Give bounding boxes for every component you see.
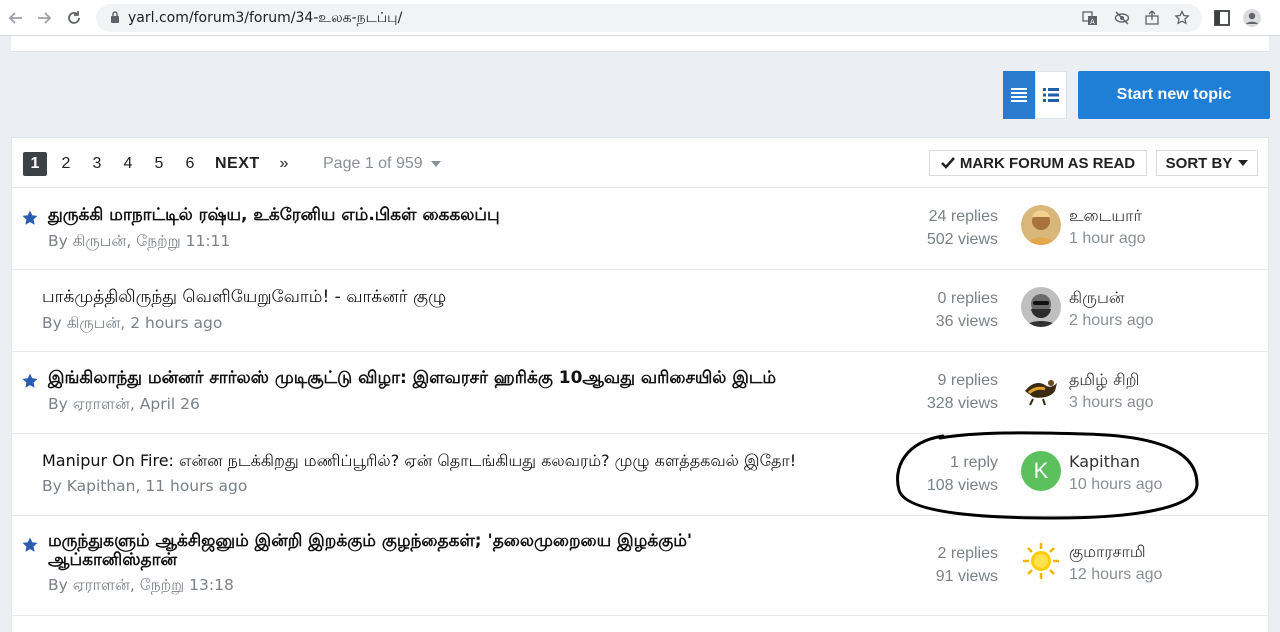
last-poster-link[interactable]: உடையார்	[1069, 206, 1142, 227]
forward-icon[interactable]	[34, 8, 54, 28]
featured-star-icon	[22, 373, 38, 388]
page-link-3[interactable]: 3	[85, 152, 109, 176]
reply-count: 9 replies	[937, 372, 998, 389]
page-jump-dropdown[interactable]: Page 1 of 959	[323, 152, 441, 176]
letter-avatar[interactable]: K	[1021, 451, 1061, 491]
featured-star-icon	[22, 537, 38, 552]
bearded-man-icon[interactable]	[1021, 287, 1061, 327]
topic-title-link[interactable]: Manipur On Fire: என்ன நடக்கிறது மணிப்பூர…	[42, 451, 796, 470]
page-link-2[interactable]: 2	[54, 152, 78, 176]
last-poster-link[interactable]: Kapithan	[1069, 452, 1140, 471]
view-count: 91 views	[935, 568, 998, 585]
detailed-list-icon	[1043, 88, 1059, 102]
mark-read-label: MARK FORUM AS READ	[959, 154, 1136, 172]
view-count: 502 views	[926, 231, 998, 248]
topic-byline: By ஏராளன், நேற்று 13:18	[48, 576, 234, 594]
reply-count: 24 replies	[928, 208, 998, 225]
topic-title-link[interactable]: பாக்முத்திலிருந்து வெளியேறுவோம்! - வாக்ன…	[42, 288, 446, 307]
topic-row: Manipur On Fire: என்ன நடக்கிறது மணிப்பூர…	[12, 434, 1268, 516]
browser-toolbar: yarl.com/forum3/forum/34-உலக-நடப்பு/ A	[0, 0, 1280, 36]
content-top-edge	[11, 36, 1269, 52]
topic-row: பாக்முத்திலிருந்து வெளியேறுவோம்! - வாக்ன…	[12, 270, 1268, 352]
page-of-label: Page 1 of 959	[323, 155, 423, 172]
topic-byline: By கிருபன், நேற்று 11:11	[48, 232, 231, 250]
topic-title-link[interactable]: இங்கிலாந்து மன்னர் சார்லஸ் முடிசூட்டு வி…	[48, 369, 776, 388]
last-post-time[interactable]: 12 hours ago	[1069, 566, 1162, 584]
topic-stats: 1 reply 108 views	[868, 451, 998, 497]
reply-count: 2 replies	[937, 545, 998, 562]
grid-view-toggle[interactable]	[1035, 71, 1067, 119]
translate-icon[interactable]: A	[1082, 10, 1098, 26]
view-count: 36 views	[935, 313, 998, 330]
sort-by-button[interactable]: SORT BY	[1156, 150, 1258, 176]
reply-count: 1 reply	[949, 454, 998, 471]
topic-byline: By கிருபன், 2 hours ago	[42, 314, 223, 332]
portrait-icon[interactable]	[1021, 205, 1061, 245]
animal-icon[interactable]	[1021, 369, 1061, 409]
topic-byline: By Kapithan, 11 hours ago	[42, 477, 248, 495]
topic-row: துருக்கி மாநாட்டில் ரஷ்ய, உக்ரேனிய எம்.ப…	[12, 188, 1268, 270]
topic-title-link[interactable]: மருந்துகளும் ஆக்சிஜனும் இன்றி இறக்கும் க…	[48, 532, 692, 551]
url-text: yarl.com/forum3/forum/34-உலக-நடப்பு/	[128, 10, 403, 26]
last-post-time[interactable]: 3 hours ago	[1069, 394, 1154, 412]
topic-stats: 2 replies 91 views	[868, 542, 998, 588]
topic-stats: 0 replies 36 views	[868, 287, 998, 333]
last-poster-link[interactable]: கிருபன்	[1069, 288, 1124, 309]
page-link-5[interactable]: 5	[147, 152, 171, 176]
sun-icon[interactable]	[1021, 541, 1061, 581]
last-post-time[interactable]: 10 hours ago	[1069, 476, 1162, 494]
topic-byline: By ஏராளன், April 26	[48, 395, 200, 413]
next-page-link[interactable]: NEXT	[215, 152, 260, 176]
topic-list: 1 2 3 4 5 6 NEXT » Page 1 of 959 MARK FO…	[11, 137, 1269, 632]
reload-icon[interactable]	[64, 8, 84, 28]
page-link-1[interactable]: 1	[23, 152, 47, 176]
featured-star-icon	[22, 210, 38, 225]
profile-icon[interactable]	[1242, 8, 1262, 28]
caret-down-icon	[430, 160, 441, 167]
topic-title-continuation[interactable]: ஆப்கானிஸ்தான்	[48, 551, 177, 570]
last-page-link[interactable]: »	[272, 152, 296, 176]
share-icon[interactable]	[1144, 10, 1160, 26]
topic-title-link[interactable]: துருக்கி மாநாட்டில் ரஷ்ய, உக்ரேனிய எம்.ப…	[48, 206, 500, 225]
eye-off-icon[interactable]	[1114, 10, 1130, 26]
sort-by-label: SORT BY	[1165, 154, 1233, 172]
sidebar-panel-icon[interactable]	[1212, 8, 1232, 28]
back-icon[interactable]	[6, 8, 26, 28]
pagination-bar: 1 2 3 4 5 6 NEXT » Page 1 of 959 MARK FO…	[12, 138, 1268, 188]
topic-row: இங்கிலாந்து மன்னர் சார்லஸ் முடிசூட்டு வி…	[12, 352, 1268, 434]
topic-row: மருந்துகளும் ஆக்சிஜனும் இன்றி இறக்கும் க…	[12, 516, 1268, 616]
view-count: 328 views	[926, 395, 998, 412]
page-link-6[interactable]: 6	[178, 152, 202, 176]
svg-text:A: A	[1090, 18, 1095, 26]
lock-icon	[111, 11, 119, 23]
bookmark-star-icon[interactable]	[1174, 10, 1190, 26]
address-bar[interactable]: yarl.com/forum3/forum/34-உலக-நடப்பு/ A	[96, 4, 1202, 32]
reply-count: 0 replies	[937, 290, 998, 307]
mark-forum-read-button[interactable]: MARK FORUM AS READ	[929, 150, 1147, 176]
caret-down-icon	[1238, 160, 1249, 166]
start-new-topic-button[interactable]: Start new topic	[1078, 71, 1270, 119]
last-post-time[interactable]: 2 hours ago	[1069, 312, 1154, 330]
last-poster-link[interactable]: தமிழ் சிறி	[1069, 370, 1139, 391]
page-link-4[interactable]: 4	[116, 152, 140, 176]
view-count: 108 views	[926, 477, 998, 494]
table-view-toggle[interactable]	[1003, 71, 1035, 119]
checkmark-icon	[940, 157, 955, 169]
last-post-time[interactable]: 1 hour ago	[1069, 230, 1146, 248]
topic-stats: 24 replies 502 views	[868, 205, 998, 251]
list-view-icon	[1011, 88, 1027, 102]
last-poster-link[interactable]: குமாரசாமி	[1069, 542, 1146, 563]
topic-stats: 9 replies 328 views	[868, 369, 998, 415]
